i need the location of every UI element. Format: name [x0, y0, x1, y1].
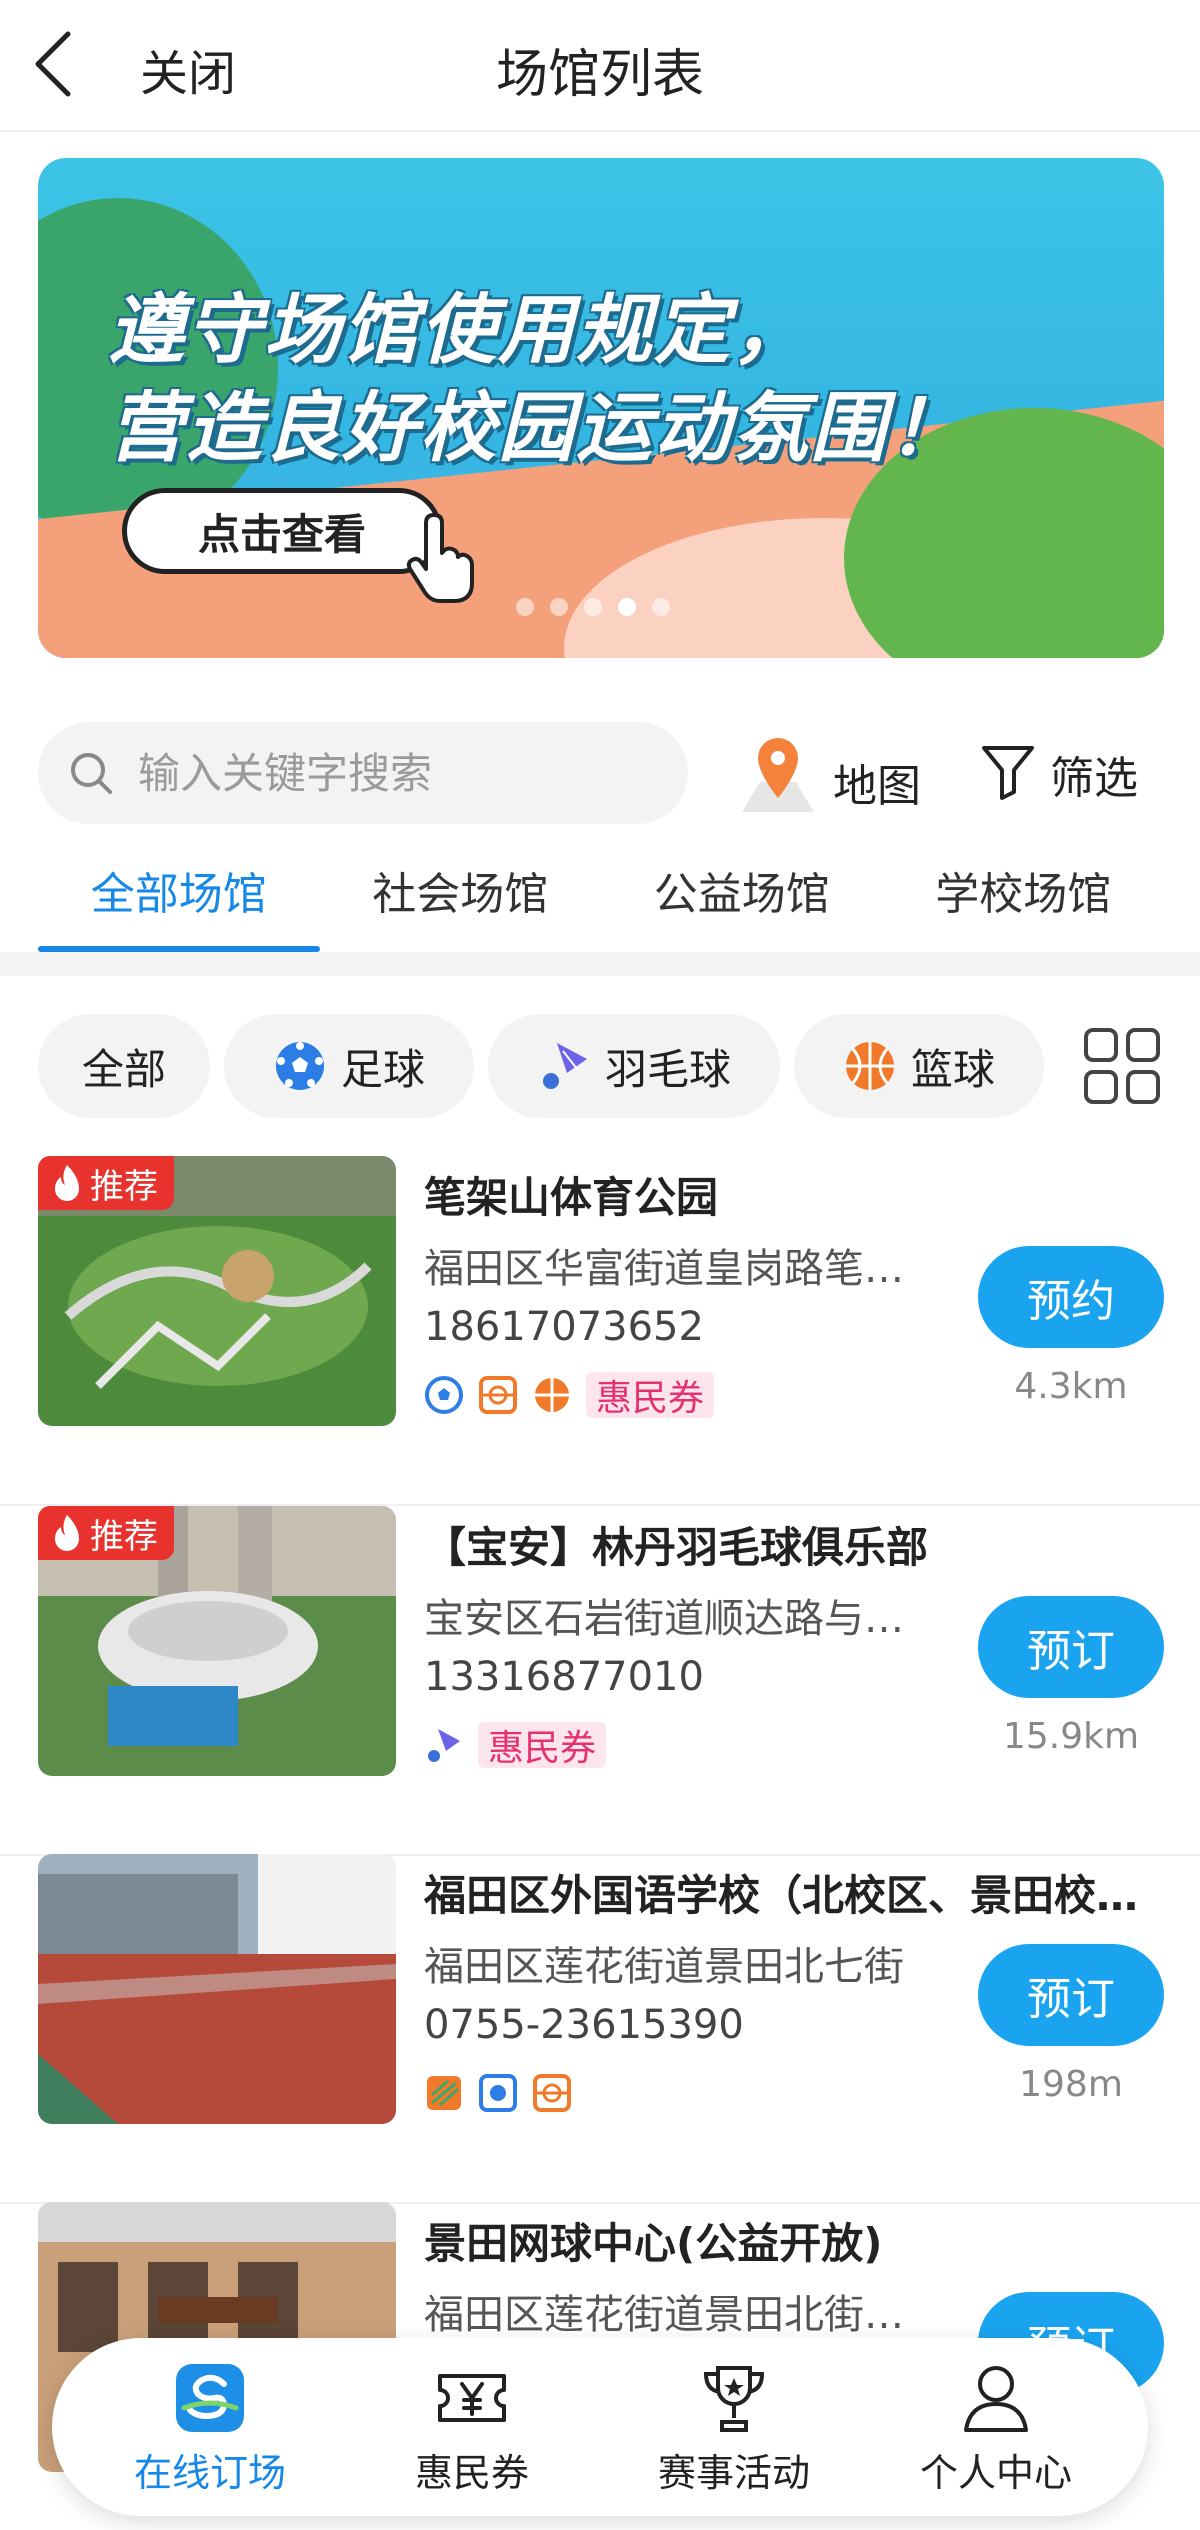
book-button[interactable]: 预订 [978, 1944, 1164, 2046]
pagination-dot[interactable] [516, 598, 534, 616]
flame-icon [55, 1515, 79, 1551]
nav-events[interactable]: 赛事活动 [614, 2352, 854, 2502]
nav-online-booking[interactable]: 在线订场 [90, 2352, 330, 2502]
nav-label: 个人中心 [919, 2451, 1072, 2495]
pagination-dot[interactable] [652, 598, 670, 616]
nav-label: 在线订场 [133, 2451, 286, 2495]
badge-label: 推荐 [90, 1166, 158, 1207]
nav-coupons[interactable]: 惠民券 [352, 2352, 592, 2502]
chip-label: 篮球 [910, 1044, 995, 1094]
chip-label: 全部 [81, 1044, 166, 1094]
book-button[interactable]: 预约 [978, 1246, 1164, 1348]
sport-filter-chips: 全部 足球 羽毛球 篮球 [38, 1014, 1164, 1118]
recommended-badge: 推荐 [38, 1156, 174, 1210]
football-icon [275, 1042, 324, 1090]
football-icon [425, 1376, 463, 1414]
trophy-icon [703, 2366, 765, 2432]
venue-distance: 15.9km [1002, 1716, 1140, 1757]
pagination-dot[interactable] [584, 598, 602, 616]
banner-headline-1: 遵守场馆使用规定， [108, 285, 810, 374]
banner-headline-2: 营造良好校园运动氛围！ [108, 383, 966, 472]
venue-name: 景田网球中心(公益开放) [424, 2219, 883, 2268]
map-pin-icon [742, 738, 814, 812]
nav-label: 赛事活动 [657, 2451, 810, 2495]
venue-name: 笔架山体育公园 [424, 1173, 719, 1222]
venue-distance: 4.3km [1014, 1366, 1128, 1407]
venue-address: 福田区华富街道皇岗路笔架山公园 [424, 1246, 924, 1292]
search-icon [71, 753, 112, 794]
tab-all-venues[interactable]: 全部场馆 [38, 848, 320, 952]
venue-phone[interactable]: 0755-23615390 [424, 2002, 744, 2048]
venue-tags: 惠民券 [424, 1722, 607, 1769]
booking-app-icon [176, 2364, 244, 2432]
venue-list-item[interactable]: 推荐 笔架山体育公园 福田区华富街道皇岗路笔架山公园 18617073652 惠… [0, 1156, 1200, 1506]
grid-view-icon[interactable] [1082, 1026, 1162, 1106]
venue-phone[interactable]: 18617073652 [424, 1304, 704, 1350]
pagination-dot[interactable] [550, 598, 568, 616]
header-bar: 关闭 场馆列表 [0, 0, 1200, 132]
venue-category-tabs: 全部场馆 社会场馆 公益场馆 学校场馆 [38, 848, 1164, 952]
badminton-icon [428, 1729, 460, 1762]
chip-all[interactable]: 全部 [38, 1014, 210, 1118]
page-title: 场馆列表 [495, 45, 704, 105]
search-input[interactable] [138, 742, 658, 804]
basketball-court-icon [533, 2074, 571, 2112]
basketball-icon [845, 1042, 894, 1090]
chip-label: 足球 [340, 1044, 425, 1094]
badge-label: 推荐 [90, 1516, 158, 1557]
banner-view-button[interactable]: 点击查看 [122, 488, 442, 574]
tab-social-venues[interactable]: 社会场馆 [320, 848, 602, 952]
section-divider [0, 952, 1200, 976]
running-track-icon [427, 2076, 461, 2110]
venue-list-item[interactable]: 推荐 【宝安】林丹羽毛球俱乐部 宝安区石岩街道顺达路与宝石路交汇处 133168… [0, 1506, 1200, 1856]
venue-distance: 198m [1019, 2064, 1123, 2105]
map-button[interactable]: 地图 [738, 732, 938, 822]
pointer-hand-icon [406, 513, 474, 603]
basketball-court-icon [479, 1376, 517, 1414]
venue-tags: 惠民券 [424, 1372, 715, 1419]
yen-coupon-icon [438, 2374, 506, 2422]
venue-list-item[interactable]: 福田区外国语学校（北校区、景田校区） 福田区莲花街道景田北七街 0755-236… [0, 1854, 1200, 2204]
promo-banner[interactable]: 遵守场馆使用规定， 营造良好校园运动氛围！ 点击查看 [38, 158, 1164, 658]
banner-pagination [516, 598, 670, 616]
flame-icon [55, 1165, 79, 1201]
filter-funnel-icon [982, 746, 1034, 800]
venue-address: 福田区莲花街道景田北七街 [424, 1944, 904, 1990]
recommended-badge: 推荐 [38, 1506, 174, 1560]
venue-name: 福田区外国语学校（北校区、景田校区） [424, 1871, 1144, 1920]
map-label: 地图 [833, 761, 921, 812]
chip-label: 羽毛球 [604, 1044, 731, 1094]
user-icon [964, 2366, 1028, 2432]
nav-profile[interactable]: 个人中心 [876, 2352, 1116, 2502]
football-icon [479, 2074, 517, 2112]
chip-basketball[interactable]: 篮球 [794, 1014, 1044, 1118]
badminton-icon [542, 1043, 587, 1089]
chip-football[interactable]: 足球 [224, 1014, 474, 1118]
search-bar[interactable] [38, 722, 688, 824]
venue-address: 福田区莲花街道景田北街景田网球中心 [424, 2292, 924, 2338]
venue-photo [38, 1854, 396, 2124]
basketball-icon [535, 1378, 569, 1412]
book-button[interactable]: 预订 [978, 1596, 1164, 1698]
venue-address: 宝安区石岩街道顺达路与宝石路交汇处 [424, 1596, 924, 1642]
venue-name: 【宝安】林丹羽毛球俱乐部 [424, 1523, 929, 1572]
tab-school-venues[interactable]: 学校场馆 [883, 848, 1165, 952]
tab-public-venues[interactable]: 公益场馆 [601, 848, 883, 952]
coupon-tag: 惠民券 [478, 1722, 607, 1769]
filter-button[interactable]: 筛选 [980, 738, 1170, 818]
filter-label: 筛选 [1050, 753, 1138, 804]
nav-label: 惠民券 [414, 2451, 529, 2495]
venue-tags [424, 2070, 572, 2116]
venue-phone[interactable]: 13316877010 [424, 1654, 704, 1700]
coupon-tag: 惠民券 [586, 1372, 715, 1419]
pagination-dot-active[interactable] [618, 598, 636, 616]
chip-badminton[interactable]: 羽毛球 [488, 1014, 780, 1118]
bottom-navigation: 在线订场 惠民券 赛事活动 个人中心 [52, 2338, 1148, 2516]
